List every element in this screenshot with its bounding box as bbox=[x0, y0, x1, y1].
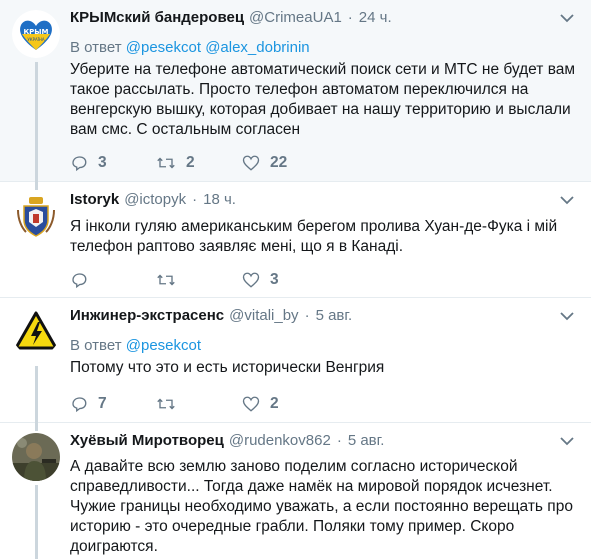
crimea-ukraine-heart-logo-icon: КРЫМ УКРАЇНА bbox=[12, 10, 60, 58]
thread-line bbox=[35, 485, 38, 559]
svg-text:КРЫМ: КРЫМ bbox=[23, 28, 48, 36]
timestamp[interactable]: 5 авг. bbox=[348, 431, 385, 451]
coat-of-arms-icon bbox=[12, 192, 60, 240]
display-name[interactable]: Инжинер-экстрасенс bbox=[70, 306, 224, 326]
retweet-icon bbox=[157, 274, 175, 286]
display-name[interactable]: Хуёвый Миротворец bbox=[70, 431, 224, 451]
heart-icon bbox=[242, 396, 260, 412]
reply-context: В ответ @pesekcot @alex_dobrinin bbox=[70, 39, 310, 56]
avatar[interactable] bbox=[12, 192, 60, 240]
timestamp[interactable]: 5 авг. bbox=[316, 306, 353, 326]
chevron-down-icon[interactable] bbox=[557, 306, 577, 326]
retweet-button[interactable] bbox=[156, 271, 242, 289]
chevron-down-icon[interactable] bbox=[557, 8, 577, 28]
like-button[interactable]: 3 bbox=[242, 270, 328, 290]
soldier-photo-icon bbox=[12, 433, 60, 481]
reply-button[interactable]: 3 bbox=[70, 153, 156, 173]
tweet-header: Хуёвый Миротворец @rudenkov862 · 5 авг. bbox=[70, 431, 577, 451]
tweet-4[interactable]: Хуёвый Миротворец @rudenkov862 · 5 авг. … bbox=[0, 423, 591, 559]
chevron-down-icon[interactable] bbox=[557, 190, 577, 210]
avatar[interactable] bbox=[12, 308, 60, 356]
tweet-3[interactable]: Инжинер-экстрасенс @vitali_by · 5 авг. В… bbox=[0, 298, 591, 423]
retweet-icon bbox=[157, 398, 175, 410]
user-handle[interactable]: @ictopyk bbox=[124, 190, 186, 210]
high-voltage-sign-icon bbox=[12, 308, 60, 356]
tweet-text: Уберите на телефоне автоматический поиск… bbox=[70, 61, 576, 138]
reply-icon bbox=[72, 273, 87, 289]
tweet-2[interactable]: Istoryk @ictopyk · 18 ч. Я інколи гуляю … bbox=[0, 182, 591, 298]
display-name[interactable]: Istoryk bbox=[70, 190, 119, 210]
mention-link[interactable]: @alex_dobrinin bbox=[205, 39, 309, 56]
tweet-text: Я інколи гуляю американським берегом про… bbox=[70, 218, 558, 255]
thread-line bbox=[35, 423, 38, 431]
timestamp[interactable]: 18 ч. bbox=[203, 190, 236, 210]
thread-line bbox=[35, 366, 38, 423]
avatar[interactable] bbox=[12, 433, 60, 481]
tweet-header: Инжинер-экстрасенс @vitali_by · 5 авг. bbox=[70, 306, 577, 326]
mention-link[interactable]: @pesekcot bbox=[126, 337, 201, 354]
reply-icon bbox=[72, 397, 87, 413]
tweet-text: Потому что это и есть исторически Венгри… bbox=[70, 359, 385, 376]
reply-button[interactable] bbox=[70, 271, 156, 289]
reply-button[interactable]: 7 bbox=[70, 394, 156, 414]
user-handle[interactable]: @rudenkov862 bbox=[229, 431, 331, 451]
tweet-1[interactable]: КРЫМ УКРАЇНА КРЫМский бандеровец @Crimea… bbox=[0, 0, 591, 182]
user-handle[interactable]: @vitali_by bbox=[229, 306, 298, 326]
display-name[interactable]: КРЫМский бандеровец bbox=[70, 8, 244, 28]
chevron-down-icon[interactable] bbox=[557, 431, 577, 451]
heart-icon bbox=[242, 155, 260, 171]
tweet-text: А давайте всю землю заново поделим согла… bbox=[70, 458, 573, 555]
svg-text:УКРАЇНА: УКРАЇНА bbox=[27, 37, 45, 42]
thread-line bbox=[35, 182, 38, 190]
tweet-header: Istoryk @ictopyk · 18 ч. bbox=[70, 190, 577, 210]
avatar[interactable]: КРЫМ УКРАЇНА bbox=[12, 10, 60, 58]
timestamp[interactable]: 24 ч. bbox=[359, 8, 392, 28]
like-button[interactable]: 22 bbox=[242, 153, 328, 173]
mention-link[interactable]: @pesekcot bbox=[126, 39, 201, 56]
retweet-icon bbox=[157, 157, 175, 169]
retweet-button[interactable] bbox=[156, 395, 242, 413]
like-button[interactable]: 2 bbox=[242, 394, 328, 414]
user-handle[interactable]: @CrimeaUA1 bbox=[249, 8, 342, 28]
tweet-header: КРЫМский бандеровец @CrimeaUA1 · 24 ч. bbox=[70, 8, 577, 28]
thread-line bbox=[35, 62, 38, 182]
retweet-button[interactable]: 2 bbox=[156, 153, 242, 173]
reply-context: В ответ @pesekcot bbox=[70, 337, 202, 354]
heart-icon bbox=[242, 272, 260, 288]
reply-icon bbox=[72, 156, 87, 172]
